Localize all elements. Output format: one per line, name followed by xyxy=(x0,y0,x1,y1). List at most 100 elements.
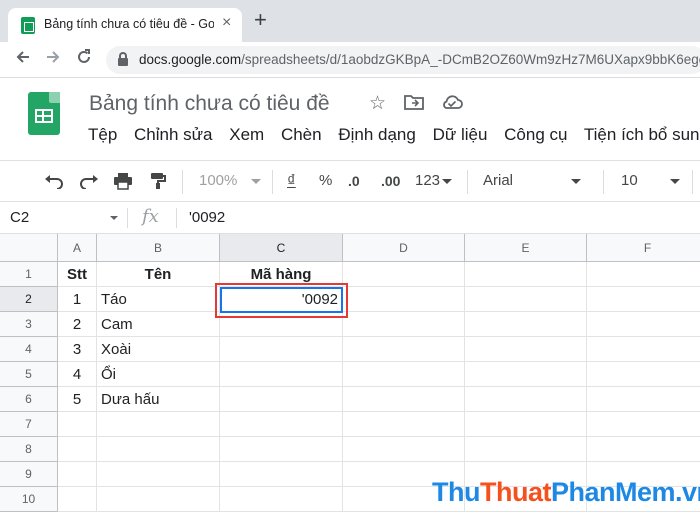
print-icon[interactable] xyxy=(113,172,133,195)
row-header-10[interactable]: 10 xyxy=(0,487,58,512)
cell-f2[interactable] xyxy=(587,287,700,312)
cell-empty[interactable] xyxy=(58,487,97,512)
menu-edit[interactable]: Chỉnh sửa xyxy=(134,125,212,144)
column-header-d[interactable]: D xyxy=(343,234,465,262)
menu-view[interactable]: Xem xyxy=(229,125,264,144)
cell-e1[interactable] xyxy=(465,262,587,287)
undo-icon[interactable] xyxy=(44,173,64,194)
cell-e6[interactable] xyxy=(465,387,587,412)
cell-e5[interactable] xyxy=(465,362,587,387)
cell-empty[interactable] xyxy=(58,437,97,462)
cell-e3[interactable] xyxy=(465,312,587,337)
address-bar[interactable]: docs.google.com/spreadsheets/d/1aobdzGKB… xyxy=(106,46,700,74)
cell-empty[interactable] xyxy=(587,437,700,462)
forward-arrow-icon[interactable] xyxy=(44,48,62,71)
menu-file[interactable]: Tệp xyxy=(88,125,117,144)
currency-format-button[interactable]: ₫ xyxy=(287,171,296,191)
cell-a2[interactable]: 1 xyxy=(58,287,97,312)
chevron-down-icon[interactable] xyxy=(110,216,118,220)
cell-c6[interactable] xyxy=(220,387,343,412)
formula-input[interactable]: '0092 xyxy=(189,209,225,226)
close-tab-icon[interactable]: × xyxy=(222,14,231,32)
cell-d6[interactable] xyxy=(343,387,465,412)
cell-empty[interactable] xyxy=(97,487,220,512)
cloud-saved-icon[interactable] xyxy=(441,94,463,116)
column-header-c[interactable]: C xyxy=(220,234,343,262)
cell-f1[interactable] xyxy=(587,262,700,287)
row-header-1[interactable]: 1 xyxy=(0,262,58,287)
cell-a4[interactable]: 3 xyxy=(58,337,97,362)
cell-d1[interactable] xyxy=(343,262,465,287)
browser-tab[interactable]: Bảng tính chưa có tiêu đề - Goog × xyxy=(8,8,242,42)
cell-d4[interactable] xyxy=(343,337,465,362)
menu-tools[interactable]: Công cụ xyxy=(504,125,567,144)
increase-decimal-button[interactable]: .00 xyxy=(381,173,400,189)
cell-f5[interactable] xyxy=(587,362,700,387)
row-header-7[interactable]: 7 xyxy=(0,412,58,437)
cell-f3[interactable] xyxy=(587,312,700,337)
row-header-2[interactable]: 2 xyxy=(0,287,58,312)
row-header-6[interactable]: 6 xyxy=(0,387,58,412)
cell-c4[interactable] xyxy=(220,337,343,362)
cell-e2[interactable] xyxy=(465,287,587,312)
cell-empty[interactable] xyxy=(343,412,465,437)
more-formats-button[interactable]: 123 xyxy=(415,172,453,189)
row-header-4[interactable]: 4 xyxy=(0,337,58,362)
redo-icon[interactable] xyxy=(79,173,99,194)
cell-c5[interactable] xyxy=(220,362,343,387)
cell-empty[interactable] xyxy=(465,412,587,437)
cell-d5[interactable] xyxy=(343,362,465,387)
cell-empty[interactable] xyxy=(97,412,220,437)
zoom-select[interactable]: 100% xyxy=(199,172,262,189)
cell-b5[interactable]: Ổi xyxy=(97,362,220,387)
column-header-b[interactable]: B xyxy=(97,234,220,262)
row-header-5[interactable]: 5 xyxy=(0,362,58,387)
paint-format-icon[interactable] xyxy=(149,172,167,195)
cell-b4[interactable]: Xoài xyxy=(97,337,220,362)
column-header-e[interactable]: E xyxy=(465,234,587,262)
cell-empty[interactable] xyxy=(97,437,220,462)
new-tab-icon[interactable]: + xyxy=(254,9,267,31)
cell-a5[interactable]: 4 xyxy=(58,362,97,387)
column-header-a[interactable]: A xyxy=(58,234,97,262)
cell-empty[interactable] xyxy=(343,437,465,462)
cell-f4[interactable] xyxy=(587,337,700,362)
cell-b3[interactable]: Cam xyxy=(97,312,220,337)
select-all-corner[interactable] xyxy=(0,234,58,262)
cell-empty[interactable] xyxy=(97,462,220,487)
cell-b6[interactable]: Dưa hấu xyxy=(97,387,220,412)
cell-empty[interactable] xyxy=(58,462,97,487)
move-folder-icon[interactable] xyxy=(404,94,424,116)
cell-e4[interactable] xyxy=(465,337,587,362)
cell-a6[interactable]: 5 xyxy=(58,387,97,412)
cell-a1[interactable]: Stt xyxy=(58,262,97,287)
sheets-logo-icon[interactable] xyxy=(28,92,60,135)
row-header-9[interactable]: 9 xyxy=(0,462,58,487)
percent-format-button[interactable]: % xyxy=(319,172,332,189)
font-size-select[interactable]: 10 xyxy=(621,172,680,189)
cell-empty[interactable] xyxy=(220,437,343,462)
cell-a3[interactable]: 2 xyxy=(58,312,97,337)
decrease-decimal-button[interactable]: .0 xyxy=(348,173,360,189)
name-box[interactable]: C2 xyxy=(10,209,29,226)
menu-data[interactable]: Dữ liệu xyxy=(433,125,488,144)
row-header-8[interactable]: 8 xyxy=(0,437,58,462)
cell-empty[interactable] xyxy=(587,412,700,437)
document-title[interactable]: Bảng tính chưa có tiêu đề xyxy=(89,92,330,116)
star-icon[interactable]: ☆ xyxy=(369,92,386,115)
menu-addons[interactable]: Tiện ích bổ sung xyxy=(584,125,700,144)
column-header-f[interactable]: F xyxy=(587,234,700,262)
cell-empty[interactable] xyxy=(220,412,343,437)
cell-f6[interactable] xyxy=(587,387,700,412)
menu-format[interactable]: Định dạng xyxy=(338,125,416,144)
cell-empty[interactable] xyxy=(220,487,343,512)
cell-d2[interactable] xyxy=(343,287,465,312)
row-header-3[interactable]: 3 xyxy=(0,312,58,337)
reload-icon[interactable] xyxy=(75,48,93,71)
cell-empty[interactable] xyxy=(465,437,587,462)
cell-b1[interactable]: Tên xyxy=(97,262,220,287)
cell-empty[interactable] xyxy=(58,412,97,437)
cell-b2[interactable]: Táo xyxy=(97,287,220,312)
back-arrow-icon[interactable] xyxy=(14,48,32,71)
cell-empty[interactable] xyxy=(220,462,343,487)
